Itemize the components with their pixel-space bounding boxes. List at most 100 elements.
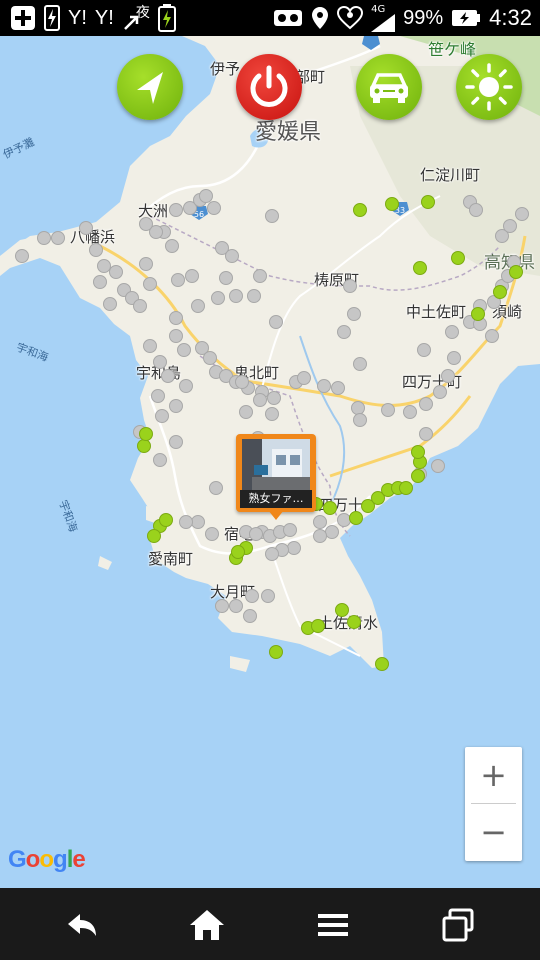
spot-marker-gray[interactable] bbox=[229, 599, 243, 613]
spot-marker-green[interactable] bbox=[471, 307, 485, 321]
spot-marker-gray[interactable] bbox=[219, 271, 233, 285]
spot-marker-gray[interactable] bbox=[169, 311, 183, 325]
spot-marker-gray[interactable] bbox=[169, 399, 183, 413]
spot-marker-gray[interactable] bbox=[169, 329, 183, 343]
spot-marker-gray[interactable] bbox=[191, 515, 205, 529]
spot-marker-gray[interactable] bbox=[313, 529, 327, 543]
spot-marker-green[interactable] bbox=[353, 203, 367, 217]
spot-marker-green[interactable] bbox=[451, 251, 465, 265]
map-view[interactable]: 56 33 伊予 部町 愛媛県 笹ケ峰 仁淀川町 八幡浜 大洲 高知県 梼原町 … bbox=[0, 36, 540, 888]
spot-marker-gray[interactable] bbox=[431, 459, 445, 473]
spot-marker-gray[interactable] bbox=[143, 339, 157, 353]
zoom-in-button[interactable]: + bbox=[465, 747, 522, 804]
spot-marker-green[interactable] bbox=[349, 511, 363, 525]
spot-marker-gray[interactable] bbox=[169, 203, 183, 217]
spot-marker-gray[interactable] bbox=[177, 343, 191, 357]
menu-icon[interactable] bbox=[312, 904, 354, 946]
spot-marker-gray[interactable] bbox=[325, 525, 339, 539]
power-button[interactable] bbox=[236, 54, 302, 120]
spot-marker-gray[interactable] bbox=[225, 249, 239, 263]
spot-marker-gray[interactable] bbox=[447, 351, 461, 365]
spot-marker-gray[interactable] bbox=[139, 257, 153, 271]
selected-spot-marker[interactable]: 熟女ファ… bbox=[236, 434, 316, 520]
zoom-out-button[interactable]: − bbox=[465, 804, 522, 861]
spot-marker-gray[interactable] bbox=[15, 249, 29, 263]
spot-marker-gray[interactable] bbox=[207, 201, 221, 215]
spot-marker-gray[interactable] bbox=[179, 379, 193, 393]
recents-icon[interactable] bbox=[438, 904, 480, 946]
spot-marker-gray[interactable] bbox=[179, 515, 193, 529]
spot-marker-gray[interactable] bbox=[153, 355, 167, 369]
spot-marker-gray[interactable] bbox=[403, 405, 417, 419]
spot-marker-green[interactable] bbox=[413, 261, 427, 275]
spot-marker-gray[interactable] bbox=[185, 269, 199, 283]
spot-marker-gray[interactable] bbox=[347, 307, 361, 321]
spot-marker-gray[interactable] bbox=[469, 203, 483, 217]
spot-marker-gray[interactable] bbox=[381, 403, 395, 417]
spot-marker-gray[interactable] bbox=[235, 375, 249, 389]
spot-marker-gray[interactable] bbox=[353, 413, 367, 427]
spot-marker-gray[interactable] bbox=[247, 289, 261, 303]
spot-marker-gray[interactable] bbox=[337, 325, 351, 339]
spot-marker-green[interactable] bbox=[311, 619, 325, 633]
spot-marker-gray[interactable] bbox=[155, 409, 169, 423]
spot-marker-gray[interactable] bbox=[37, 231, 51, 245]
spot-marker-green[interactable] bbox=[411, 469, 425, 483]
spot-marker-gray[interactable] bbox=[485, 329, 499, 343]
spot-marker-gray[interactable] bbox=[313, 515, 327, 529]
spot-marker-gray[interactable] bbox=[419, 427, 433, 441]
spot-marker-green[interactable] bbox=[231, 545, 245, 559]
locate-button[interactable] bbox=[117, 54, 183, 120]
spot-marker-gray[interactable] bbox=[51, 231, 65, 245]
spot-marker-gray[interactable] bbox=[441, 369, 455, 383]
spot-marker-gray[interactable] bbox=[151, 389, 165, 403]
spot-marker-gray[interactable] bbox=[161, 369, 175, 383]
back-icon[interactable] bbox=[60, 904, 102, 946]
spot-marker-gray[interactable] bbox=[515, 207, 529, 221]
spot-marker-gray[interactable] bbox=[417, 343, 431, 357]
spot-marker-gray[interactable] bbox=[283, 523, 297, 537]
spot-marker-green[interactable] bbox=[411, 445, 425, 459]
car-mode-button[interactable] bbox=[356, 54, 422, 120]
spot-marker-gray[interactable] bbox=[243, 609, 257, 623]
spot-marker-gray[interactable] bbox=[209, 481, 223, 495]
spot-marker-green[interactable] bbox=[347, 615, 361, 629]
spot-marker-gray[interactable] bbox=[239, 405, 253, 419]
spot-marker-gray[interactable] bbox=[331, 381, 345, 395]
spot-marker-gray[interactable] bbox=[269, 315, 283, 329]
spot-marker-gray[interactable] bbox=[245, 589, 259, 603]
spot-marker-green[interactable] bbox=[421, 195, 435, 209]
spot-marker-green[interactable] bbox=[493, 285, 507, 299]
spot-marker-gray[interactable] bbox=[171, 273, 185, 287]
spot-marker-gray[interactable] bbox=[89, 243, 103, 257]
spot-marker-gray[interactable] bbox=[203, 351, 217, 365]
spot-marker-gray[interactable] bbox=[419, 397, 433, 411]
spot-marker-green[interactable] bbox=[137, 439, 151, 453]
spot-marker-gray[interactable] bbox=[265, 209, 279, 223]
spot-marker-gray[interactable] bbox=[265, 407, 279, 421]
spot-marker-gray[interactable] bbox=[211, 291, 225, 305]
spot-marker-gray[interactable] bbox=[169, 435, 183, 449]
spot-marker-green[interactable] bbox=[385, 197, 399, 211]
spot-marker-gray[interactable] bbox=[139, 217, 153, 231]
spot-marker-green[interactable] bbox=[399, 481, 413, 495]
spot-marker-green[interactable] bbox=[509, 265, 523, 279]
spot-marker-green[interactable] bbox=[335, 603, 349, 617]
spot-marker-gray[interactable] bbox=[265, 547, 279, 561]
spot-marker-gray[interactable] bbox=[133, 299, 147, 313]
spot-marker-gray[interactable] bbox=[267, 391, 281, 405]
spot-marker-gray[interactable] bbox=[253, 269, 267, 283]
spot-marker-gray[interactable] bbox=[153, 453, 167, 467]
spot-marker-gray[interactable] bbox=[253, 393, 267, 407]
spot-marker-gray[interactable] bbox=[143, 277, 157, 291]
spot-marker-gray[interactable] bbox=[433, 385, 447, 399]
spot-marker-gray[interactable] bbox=[165, 239, 179, 253]
spot-marker-green[interactable] bbox=[375, 657, 389, 671]
spot-marker-gray[interactable] bbox=[93, 275, 107, 289]
spot-marker-gray[interactable] bbox=[503, 219, 517, 233]
spot-marker-gray[interactable] bbox=[191, 299, 205, 313]
brightness-button[interactable] bbox=[456, 54, 522, 120]
home-icon[interactable] bbox=[186, 904, 228, 946]
spot-marker-gray[interactable] bbox=[79, 221, 93, 235]
spot-marker-green[interactable] bbox=[269, 645, 283, 659]
